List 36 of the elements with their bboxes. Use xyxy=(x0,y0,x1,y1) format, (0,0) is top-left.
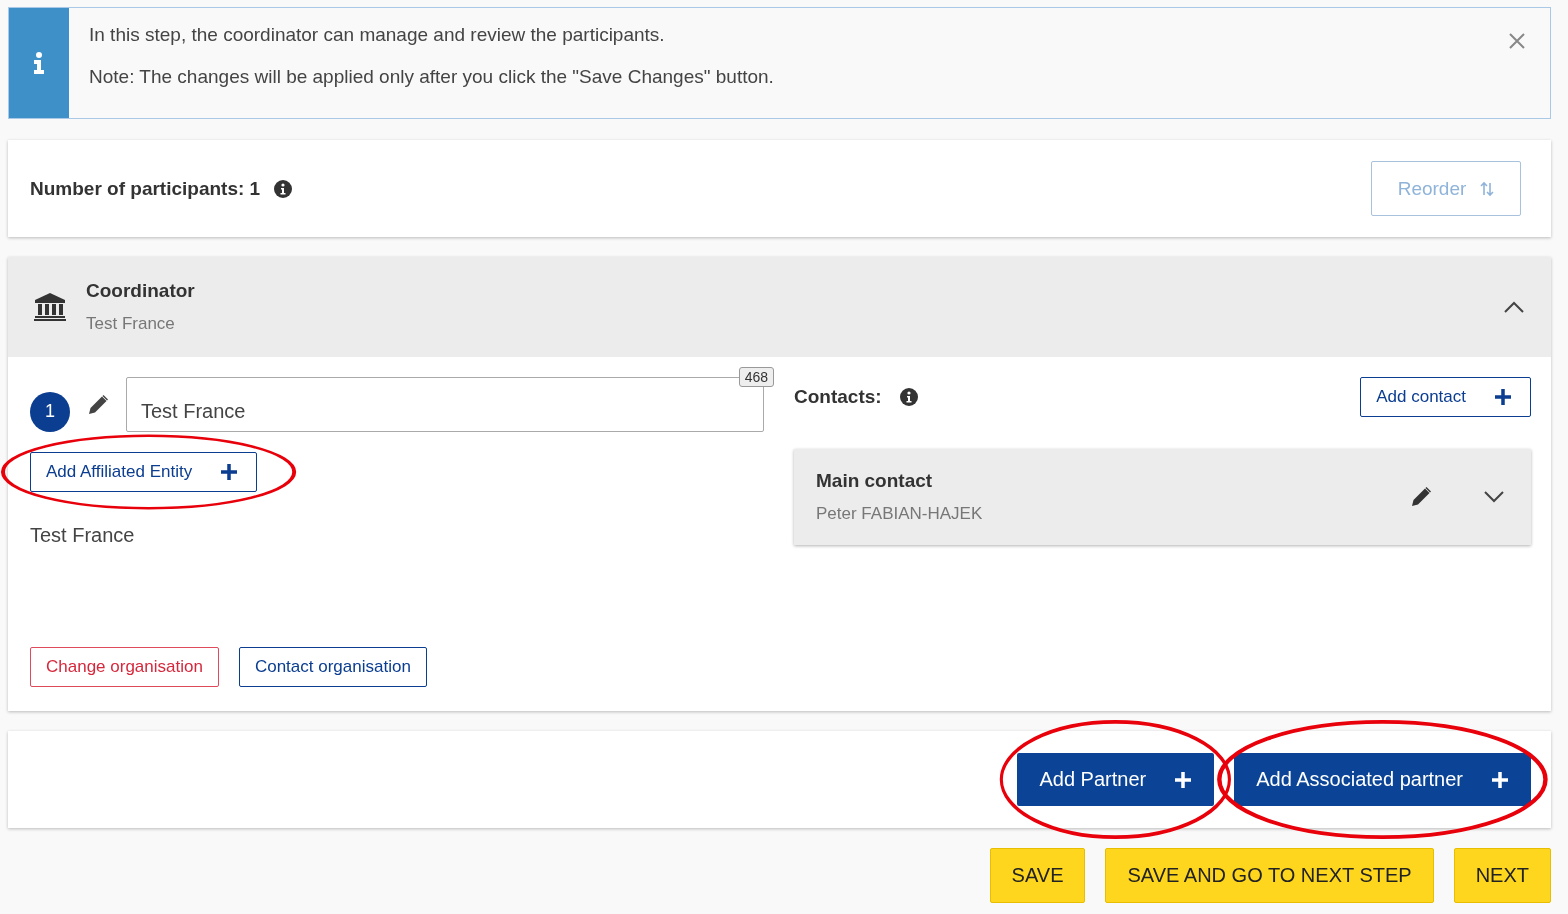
coordinator-header[interactable]: Coordinator Test France xyxy=(8,257,1551,357)
contacts-label: Contacts: xyxy=(794,386,882,408)
organisation-action-button[interactable]: Change organisation xyxy=(30,647,219,687)
character-counter: 468 xyxy=(738,367,774,387)
plus-icon xyxy=(1491,770,1509,789)
organisation-action-button[interactable]: Contact organisation xyxy=(238,647,427,687)
info-message: In this step, the coordinator can manage and review the participants. xyxy=(89,24,666,46)
footer-button[interactable]: SAVE xyxy=(989,848,1086,903)
contact-card[interactable]: Main contact Peter FABIAN-HAJEK xyxy=(794,449,1531,545)
footer-button[interactable]: NEXT xyxy=(1453,848,1551,903)
plus-icon xyxy=(220,463,239,481)
contact-name: Peter FABIAN-HAJEK xyxy=(816,504,983,524)
plus-icon xyxy=(1174,770,1193,789)
participants-count: Number of participants: 1 xyxy=(30,177,261,200)
chevron-down-icon[interactable] xyxy=(1483,490,1505,504)
add-affiliated-entity-button[interactable]: Add Affiliated Entity xyxy=(30,452,258,492)
add-contact-button[interactable]: Add contact xyxy=(1360,377,1531,417)
info-icon[interactable] xyxy=(274,179,293,198)
pencil-icon[interactable] xyxy=(1409,485,1433,509)
bank-icon xyxy=(34,292,66,322)
contact-title: Main contact xyxy=(816,470,934,492)
info-icon xyxy=(33,52,45,74)
coordinator-organisation: Test France xyxy=(86,314,176,334)
organisation-name: Test France xyxy=(30,524,136,547)
info-message: Note: The changes will be applied only after you click the "Save Changes" button. xyxy=(89,66,774,88)
footer-button[interactable]: SAVE AND GO TO NEXT STEP xyxy=(1105,848,1434,903)
close-icon[interactable] xyxy=(1508,32,1526,50)
add-partner-button[interactable]: Add Partner xyxy=(1017,753,1215,806)
sort-arrows-icon xyxy=(1480,179,1495,198)
plus-icon xyxy=(1494,388,1512,406)
chevron-up-icon[interactable] xyxy=(1503,300,1525,314)
add-partner-button[interactable]: Add Associated partner xyxy=(1234,753,1531,806)
info-icon[interactable] xyxy=(899,388,918,406)
pencil-icon[interactable] xyxy=(86,392,110,417)
coordinator-title: Coordinator xyxy=(86,280,195,302)
participant-number: 1 xyxy=(30,391,70,432)
